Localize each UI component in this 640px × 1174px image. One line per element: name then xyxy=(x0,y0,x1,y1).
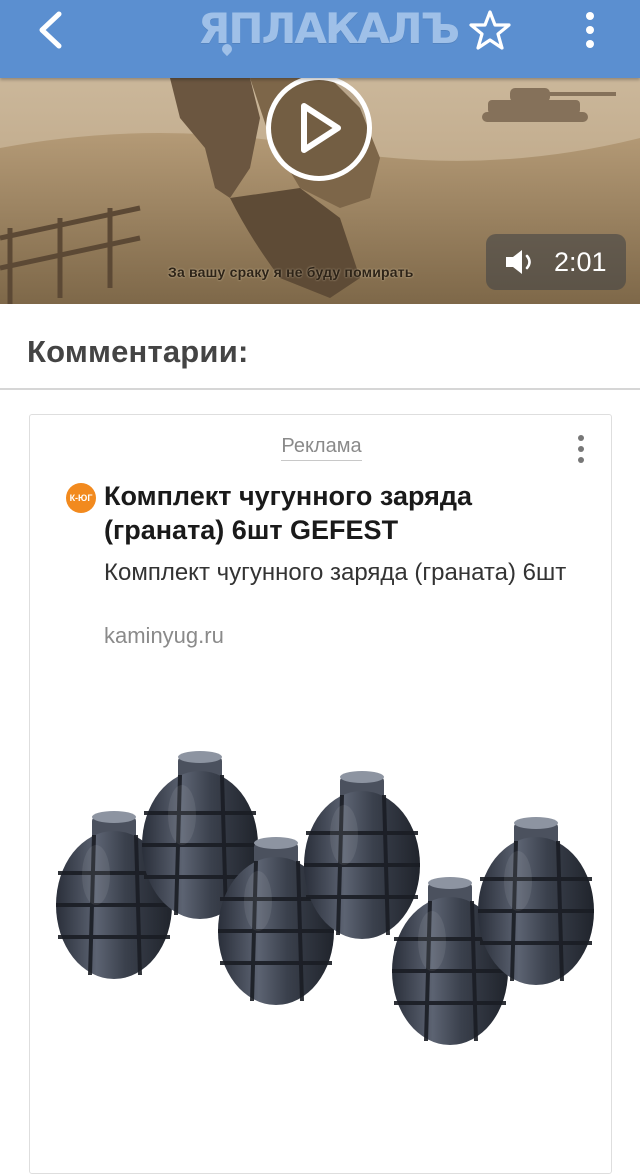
ad-product-image[interactable] xyxy=(42,715,602,1095)
ad-title[interactable]: Комплект чугунного заряда (граната) 6шт … xyxy=(104,479,584,547)
video-duration: 2:01 xyxy=(554,246,607,277)
advertiser-logo-text: К-ЮГ xyxy=(69,493,93,503)
advertiser-logo: К-ЮГ xyxy=(66,483,96,513)
ad-card[interactable]: Реклама К-ЮГ Комплект чугунного заряда (… xyxy=(29,414,612,1174)
more-vertical-icon xyxy=(578,435,584,463)
favorite-button[interactable] xyxy=(468,8,512,52)
speaker-icon[interactable] xyxy=(504,248,540,276)
play-button[interactable] xyxy=(266,78,372,181)
logo-text: ЯПЛАКАЛЪ xyxy=(198,4,460,53)
chevron-left-icon xyxy=(39,11,62,49)
video-player[interactable]: За вашу сраку я не буду помирать 2:01 xyxy=(0,78,640,304)
video-subtitle: За вашу сраку я не буду помирать xyxy=(168,264,414,280)
more-vertical-icon xyxy=(586,12,594,48)
ad-label: Реклама xyxy=(30,435,613,461)
ad-description[interactable]: Комплект чугунного заряда (граната) 6шт xyxy=(104,557,584,589)
ad-label-text: Реклама xyxy=(281,435,362,461)
comments-header: Комментарии: xyxy=(0,304,640,390)
sound-duration-pill[interactable]: 2:01 xyxy=(486,234,626,290)
ad-options-button[interactable] xyxy=(570,431,592,467)
comments-title: Комментарии: xyxy=(27,334,249,369)
play-icon xyxy=(301,103,341,153)
ad-domain[interactable]: kaminyug.ru xyxy=(104,623,224,649)
star-outline-icon xyxy=(469,10,511,50)
more-menu-button[interactable] xyxy=(572,8,608,52)
app-logo[interactable]: ЯПЛАКАЛЪ xyxy=(198,6,460,57)
app-bar: ЯПЛАКАЛЪ xyxy=(0,0,640,78)
back-button[interactable] xyxy=(30,10,70,50)
